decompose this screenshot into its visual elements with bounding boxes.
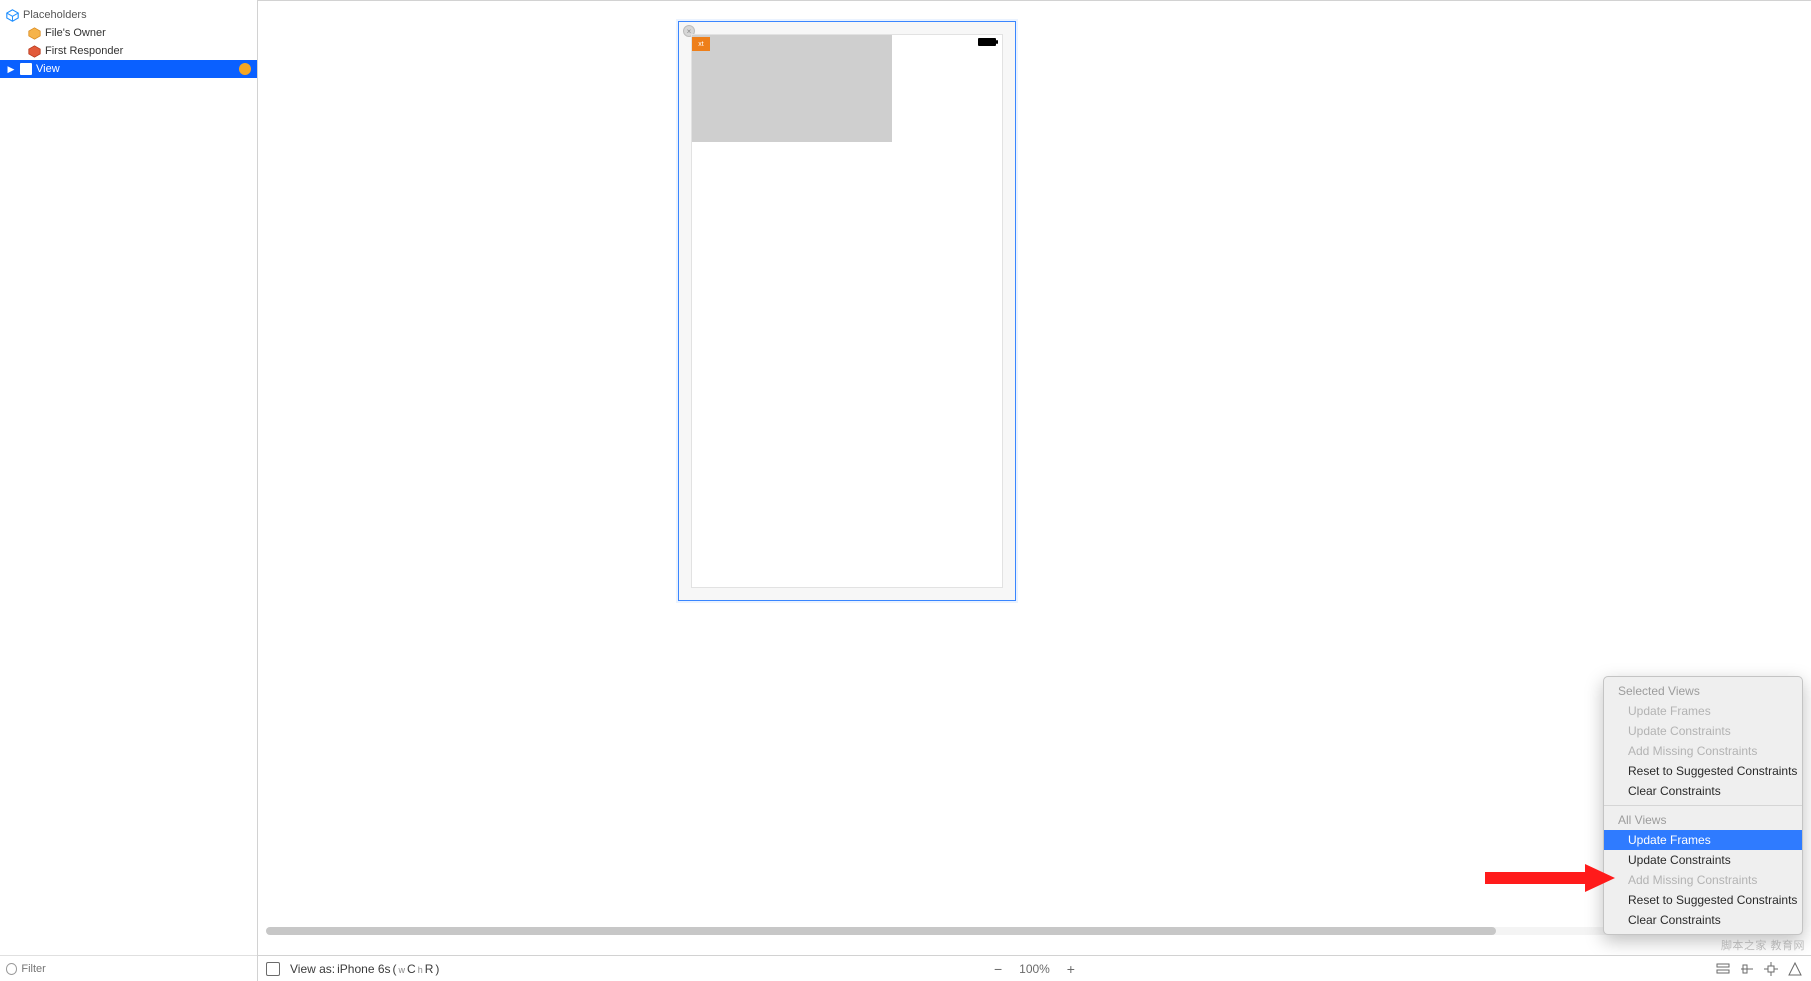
layout-tool-cluster — [1715, 961, 1803, 977]
scrollbar-thumb[interactable] — [266, 927, 1496, 935]
view-icon — [20, 63, 32, 75]
view-label: View — [36, 63, 60, 75]
filter-icon — [6, 963, 17, 975]
resolve-constraints-menu: Selected Views Update Frames Update Cons… — [1603, 676, 1803, 935]
menu-update-constraints-all[interactable]: Update Constraints — [1604, 850, 1802, 870]
annotation-arrow — [1485, 861, 1615, 895]
menu-section-all-views: All Views — [1604, 810, 1802, 830]
canvas-horizontal-scrollbar[interactable] — [258, 925, 1811, 937]
menu-separator — [1604, 805, 1802, 806]
status-bar: xt — [692, 35, 1002, 49]
align-icon[interactable] — [1739, 961, 1755, 977]
placeholders-icon — [6, 9, 19, 22]
zoom-level[interactable]: 100% — [1019, 962, 1050, 976]
layout-warning-icon[interactable] — [239, 63, 251, 75]
outline-files-owner[interactable]: File's Owner — [0, 24, 257, 42]
menu-update-frames-all[interactable]: Update Frames — [1604, 830, 1802, 850]
embed-in-stack-icon[interactable] — [1715, 961, 1731, 977]
outline-placeholders-header[interactable]: Placeholders — [0, 6, 257, 24]
disclosure-triangle-icon[interactable]: ▶ — [6, 64, 16, 74]
canvas-bottom-bar: View as: iPhone 6s (wC hR) − 100% + — [258, 955, 1811, 981]
zoom-controls: − 100% + — [991, 962, 1078, 976]
filter-input[interactable] — [21, 963, 251, 975]
main-area: × xt Selected Views Update Frames Update… — [258, 0, 1811, 981]
document-outline-sidebar: Placeholders File's Owner First Responde… — [0, 0, 258, 981]
menu-add-missing-constraints-all: Add Missing Constraints — [1604, 870, 1802, 890]
first-responder-icon — [28, 45, 41, 58]
misplacement-badge: xt — [692, 37, 710, 51]
menu-add-missing-constraints-selected: Add Missing Constraints — [1604, 741, 1802, 761]
view-as-icon[interactable] — [266, 962, 280, 976]
pin-icon[interactable] — [1763, 961, 1779, 977]
root-view[interactable]: xt — [691, 34, 1003, 588]
outline-first-responder[interactable]: First Responder — [0, 42, 257, 60]
placeholders-label: Placeholders — [23, 9, 87, 21]
menu-update-frames-selected: Update Frames — [1604, 701, 1802, 721]
files-owner-label: File's Owner — [45, 27, 106, 39]
view-as-label[interactable]: View as: iPhone 6s (wC hR) — [290, 962, 439, 976]
resolve-issues-icon[interactable] — [1787, 961, 1803, 977]
document-outline: Placeholders File's Owner First Responde… — [0, 0, 257, 955]
canvas-scroll-area[interactable]: × xt Selected Views Update Frames Update… — [258, 1, 1811, 955]
menu-clear-constraints-all[interactable]: Clear Constraints — [1604, 910, 1802, 930]
watermark: 脚本之家 教育网 — [1721, 937, 1805, 953]
scene-wrapper: × xt — [678, 21, 1016, 601]
outline-filter-bar — [0, 955, 257, 981]
first-responder-label: First Responder — [45, 45, 123, 57]
menu-reset-suggested-constraints-all[interactable]: Reset to Suggested Constraints — [1604, 890, 1802, 910]
zoom-out-button[interactable]: − — [991, 962, 1005, 976]
outline-view-row[interactable]: ▶ View — [0, 60, 257, 78]
menu-update-constraints-selected: Update Constraints — [1604, 721, 1802, 741]
gray-subview[interactable] — [692, 35, 892, 142]
menu-reset-suggested-constraints-selected[interactable]: Reset to Suggested Constraints — [1604, 761, 1802, 781]
scene-view[interactable]: × xt — [678, 21, 1016, 601]
files-owner-icon — [28, 27, 41, 40]
battery-icon — [978, 38, 996, 46]
menu-section-selected-views: Selected Views — [1604, 681, 1802, 701]
zoom-in-button[interactable]: + — [1064, 962, 1078, 976]
menu-clear-constraints-selected[interactable]: Clear Constraints — [1604, 781, 1802, 801]
